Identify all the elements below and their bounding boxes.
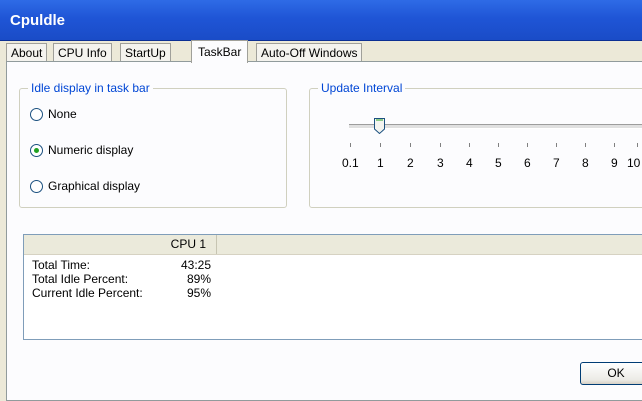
title-bar[interactable]: Cpuldle bbox=[0, 0, 642, 41]
slider-tick bbox=[469, 143, 470, 147]
stat-value-current-idle: 95% bbox=[186, 286, 211, 300]
tab-cpu-info[interactable]: CPU Info bbox=[53, 43, 112, 62]
update-interval-slider-thumb[interactable] bbox=[374, 118, 385, 134]
tab-auto-off-windows[interactable]: Auto-Off Windows bbox=[256, 43, 363, 62]
tick-label-3: 3 bbox=[437, 156, 444, 170]
taskbar-tab-panel: Idle display in task bar None Numeric di… bbox=[6, 61, 642, 401]
tab-startup[interactable]: StartUp bbox=[120, 43, 171, 62]
tab-strip: About CPU Info StartUp TaskBar Auto-Off … bbox=[6, 40, 642, 63]
tick-label-0-1: 0.1 bbox=[342, 156, 359, 170]
radio-none[interactable] bbox=[30, 107, 43, 121]
slider-tick bbox=[498, 143, 499, 147]
tick-label-7: 7 bbox=[553, 156, 560, 170]
stat-value-total-time: 43:25 bbox=[180, 258, 211, 272]
slider-tick bbox=[440, 143, 441, 147]
slider-tick bbox=[637, 143, 638, 147]
radio-option-numeric[interactable]: Numeric display bbox=[30, 143, 133, 157]
tick-label-4: 4 bbox=[466, 156, 473, 170]
tick-label-8: 8 bbox=[582, 156, 589, 170]
tick-label-5: 5 bbox=[495, 156, 502, 170]
slider-tick bbox=[585, 143, 586, 147]
ok-button[interactable]: OK bbox=[580, 362, 642, 385]
stat-value-total-idle: 89% bbox=[186, 272, 211, 286]
update-interval-group: Update Interval bbox=[309, 81, 642, 208]
stat-label-total-idle: Total Idle Percent: bbox=[32, 272, 129, 286]
tick-label-9: 9 bbox=[611, 156, 618, 170]
radio-graphical-display[interactable] bbox=[30, 179, 43, 193]
tab-taskbar[interactable]: TaskBar bbox=[191, 40, 249, 63]
slider-tick bbox=[556, 143, 557, 147]
radio-numeric-label: Numeric display bbox=[48, 143, 134, 157]
idle-display-group-title: Idle display in task bar bbox=[28, 81, 153, 95]
slider-tick bbox=[614, 143, 615, 147]
slider-tick bbox=[527, 143, 528, 147]
tick-label-6: 6 bbox=[524, 156, 531, 170]
tick-label-2: 2 bbox=[407, 156, 414, 170]
radio-none-label: None bbox=[48, 107, 77, 121]
column-header-cpu1[interactable]: CPU 1 bbox=[24, 235, 217, 254]
radio-option-graphical[interactable]: Graphical display bbox=[30, 179, 140, 193]
cpu-stats-list[interactable]: CPU 1 Total Time: 43:25 Total Idle Perce… bbox=[23, 234, 642, 340]
stat-label-total-time: Total Time: bbox=[32, 258, 91, 272]
slider-tick bbox=[410, 143, 411, 147]
tab-about[interactable]: About bbox=[6, 43, 48, 62]
update-interval-group-title: Update Interval bbox=[318, 81, 406, 95]
tick-label-1: 1 bbox=[377, 156, 384, 170]
window-title: Cpuldle bbox=[10, 12, 65, 29]
update-interval-slider-track[interactable] bbox=[349, 124, 642, 129]
idle-display-group: Idle display in task bar None Numeric di… bbox=[19, 81, 287, 208]
radio-graphical-label: Graphical display bbox=[48, 179, 141, 193]
radio-numeric-display[interactable] bbox=[30, 143, 43, 157]
stats-header: CPU 1 bbox=[24, 235, 642, 255]
stat-label-current-idle: Current Idle Percent: bbox=[32, 286, 143, 300]
tick-label-10: 10 bbox=[627, 156, 641, 170]
slider-tick bbox=[380, 143, 381, 147]
radio-option-none[interactable]: None bbox=[30, 107, 77, 121]
slider-tick bbox=[350, 143, 351, 147]
